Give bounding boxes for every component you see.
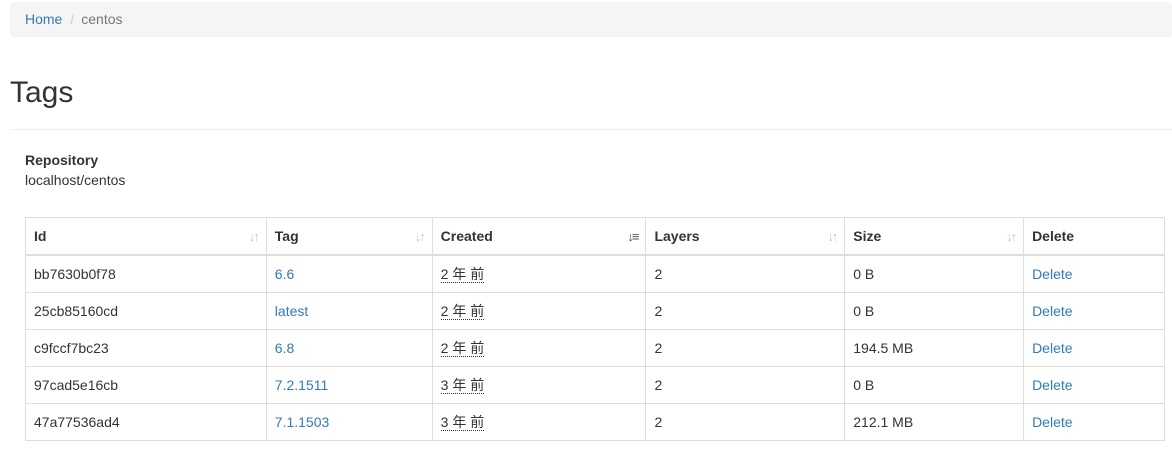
tag-link[interactable]: latest — [275, 303, 308, 319]
tags-table: Id ↓↑ Tag ↓↑ Created ↓≡ Layers ↓↑ Size ↓… — [25, 217, 1165, 441]
repository-value: localhost/centos — [25, 172, 126, 188]
column-header-tag[interactable]: Tag ↓↑ — [265, 217, 433, 256]
column-header-label: Size — [853, 228, 882, 244]
column-header-label: Created — [440, 228, 493, 244]
sort-descending-icon: ↓≡ — [627, 229, 639, 244]
sort-icon: ↓↑ — [1006, 229, 1017, 244]
tag-link[interactable]: 7.1.1503 — [275, 414, 330, 430]
table-row: 97cad5e16cb 7.2.1511 3 年 前 2 0 B Delete — [25, 366, 1165, 404]
breadcrumb: Home / centos — [10, 2, 1172, 37]
breadcrumb-current: centos — [81, 11, 123, 27]
cell-id: bb7630b0f78 — [25, 254, 267, 293]
column-header-layers[interactable]: Layers ↓↑ — [645, 217, 846, 256]
cell-tag: latest — [265, 292, 433, 330]
column-header-label: Layers — [654, 228, 700, 244]
tag-link[interactable]: 7.2.1511 — [275, 377, 328, 393]
breadcrumb-separator: / — [70, 11, 75, 27]
cell-delete: Delete — [1023, 403, 1165, 441]
column-header-size[interactable]: Size ↓↑ — [844, 217, 1025, 256]
cell-size: 0 B — [844, 292, 1025, 330]
cell-layers: 2 — [645, 329, 846, 367]
cell-tag: 6.6 — [265, 254, 433, 293]
column-header-label: Id — [34, 228, 47, 244]
sort-icon: ↓↑ — [414, 229, 426, 244]
table-row: 47a77536ad4 7.1.1503 3 年 前 2 212.1 MB De… — [25, 403, 1165, 441]
cell-size: 194.5 MB — [844, 329, 1025, 367]
column-header-label: Tag — [274, 228, 299, 244]
cell-created: 3 年 前 — [431, 366, 647, 404]
cell-created: 2 年 前 — [431, 292, 647, 330]
cell-id: c9fccf7bc23 — [25, 329, 267, 367]
column-header-id[interactable]: Id ↓↑ — [25, 217, 267, 256]
title-divider — [10, 129, 1172, 130]
cell-size: 0 B — [844, 254, 1025, 293]
delete-link[interactable]: Delete — [1032, 377, 1072, 393]
breadcrumb-home-link[interactable]: Home — [25, 11, 62, 27]
tag-link[interactable]: 6.6 — [275, 266, 294, 282]
cell-delete: Delete — [1023, 329, 1165, 367]
cell-created: 2 年 前 — [431, 254, 647, 293]
sort-icon: ↓↑ — [248, 229, 260, 244]
table-row: bb7630b0f78 6.6 2 年 前 2 0 B Delete — [25, 254, 1165, 293]
cell-size: 212.1 MB — [844, 403, 1025, 441]
tag-link[interactable]: 6.8 — [275, 340, 294, 356]
table-row: 25cb85160cd latest 2 年 前 2 0 B Delete — [25, 292, 1165, 330]
created-relative-time: 2 年 前 — [440, 303, 485, 320]
cell-created: 3 年 前 — [431, 403, 647, 441]
delete-link[interactable]: Delete — [1032, 414, 1072, 430]
page-title: Tags — [10, 76, 74, 109]
delete-link[interactable]: Delete — [1032, 266, 1072, 282]
cell-id: 47a77536ad4 — [25, 403, 267, 441]
cell-layers: 2 — [645, 292, 846, 330]
created-relative-time: 3 年 前 — [440, 377, 485, 394]
sort-icon: ↓↑ — [827, 229, 838, 244]
delete-link[interactable]: Delete — [1032, 303, 1072, 319]
created-relative-time: 2 年 前 — [440, 340, 485, 357]
cell-delete: Delete — [1023, 366, 1165, 404]
cell-layers: 2 — [645, 403, 846, 441]
cell-id: 25cb85160cd — [25, 292, 267, 330]
cell-tag: 7.2.1511 — [265, 366, 433, 404]
cell-delete: Delete — [1023, 292, 1165, 330]
cell-tag: 6.8 — [265, 329, 433, 367]
cell-delete: Delete — [1023, 254, 1165, 293]
cell-size: 0 B — [844, 366, 1025, 404]
column-header-delete: Delete — [1023, 217, 1165, 256]
column-header-label: Delete — [1032, 228, 1075, 244]
cell-id: 97cad5e16cb — [25, 366, 267, 404]
cell-tag: 7.1.1503 — [265, 403, 433, 441]
cell-created: 2 年 前 — [431, 329, 647, 367]
cell-layers: 2 — [645, 254, 846, 293]
table-row: c9fccf7bc23 6.8 2 年 前 2 194.5 MB Delete — [25, 329, 1165, 367]
cell-layers: 2 — [645, 366, 846, 404]
delete-link[interactable]: Delete — [1032, 340, 1072, 356]
table-header-row: Id ↓↑ Tag ↓↑ Created ↓≡ Layers ↓↑ Size ↓… — [25, 217, 1165, 256]
column-header-created[interactable]: Created ↓≡ — [431, 217, 647, 256]
repository-label: Repository — [25, 152, 99, 168]
created-relative-time: 2 年 前 — [440, 266, 485, 283]
created-relative-time: 3 年 前 — [440, 414, 485, 431]
